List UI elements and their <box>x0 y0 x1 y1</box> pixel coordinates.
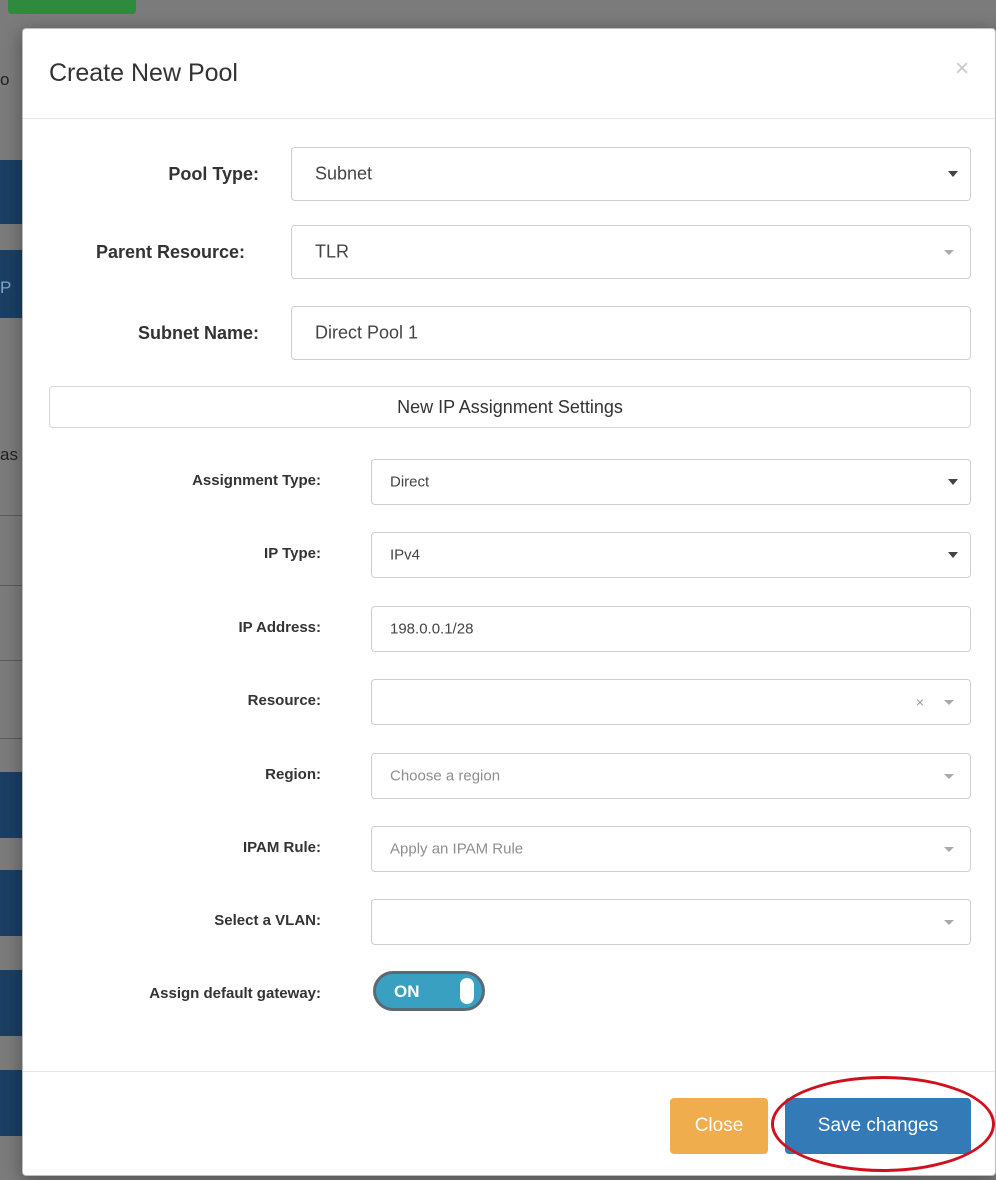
close-icon[interactable]: × <box>955 55 969 83</box>
assignment-type-value: Direct <box>390 473 430 491</box>
background-green-tab <box>8 0 136 14</box>
region-label: Region: <box>265 766 321 783</box>
assignment-type-label: Assignment Type: <box>192 472 321 489</box>
default-gateway-toggle[interactable]: ON <box>373 971 485 1011</box>
subnet-name-value: Direct Pool 1 <box>315 322 419 343</box>
ip-type-label: IP Type: <box>264 545 321 562</box>
chevron-down-icon <box>948 479 958 485</box>
modal-title: Create New Pool <box>49 59 238 87</box>
vlan-label: Select a VLAN: <box>214 912 321 929</box>
default-gateway-label: Assign default gateway: <box>149 985 321 1002</box>
modal-header: Create New Pool × <box>23 29 995 119</box>
ip-address-label: IP Address: <box>238 619 321 636</box>
assignment-type-select[interactable]: Direct <box>371 459 971 505</box>
modal-footer-divider <box>23 1071 995 1072</box>
ip-address-value: 198.0.0.1/28 <box>390 620 474 638</box>
parent-resource-select[interactable]: TLR <box>291 225 971 279</box>
close-button[interactable]: Close <box>670 1098 768 1154</box>
ip-type-select[interactable]: IPv4 <box>371 532 971 578</box>
vlan-select[interactable] <box>371 899 971 945</box>
chevron-down-icon <box>948 171 958 177</box>
toggle-state-label: ON <box>394 982 420 1001</box>
create-pool-modal: Create New Pool × Pool Type: Subnet Pare… <box>22 28 996 1176</box>
resource-select[interactable]: × <box>371 679 971 725</box>
chevron-down-icon <box>944 700 954 705</box>
save-changes-button[interactable]: Save changes <box>785 1098 971 1154</box>
background-text-fragment: o <box>0 70 10 89</box>
subnet-name-input[interactable]: Direct Pool 1 <box>291 306 971 360</box>
ipam-rule-placeholder: Apply an IPAM Rule <box>390 840 524 858</box>
toggle-knob <box>460 978 474 1004</box>
chevron-down-icon <box>944 250 954 255</box>
ip-assignment-settings-header: New IP Assignment Settings <box>49 386 971 428</box>
clear-icon[interactable]: × <box>916 694 924 710</box>
resource-label: Resource: <box>247 692 321 709</box>
subnet-name-label: Subnet Name: <box>137 323 259 343</box>
ipam-rule-label: IPAM Rule: <box>242 839 321 856</box>
region-select[interactable]: Choose a region <box>371 753 971 799</box>
background-text-fragment: as <box>0 445 18 464</box>
ip-type-value: IPv4 <box>390 546 421 564</box>
background-text-fragment: P <box>0 278 12 297</box>
ipam-rule-select[interactable]: Apply an IPAM Rule <box>371 826 971 872</box>
chevron-down-icon <box>948 552 958 558</box>
pool-type-label: Pool Type: <box>168 164 259 184</box>
pool-type-select[interactable]: Subnet <box>291 147 971 201</box>
chevron-down-icon <box>944 847 954 852</box>
parent-resource-label: Parent Resource: <box>95 242 245 262</box>
region-placeholder: Choose a region <box>390 767 501 785</box>
parent-resource-value: TLR <box>315 241 350 262</box>
pool-type-value: Subnet <box>315 163 373 184</box>
ip-address-input[interactable]: 198.0.0.1/28 <box>371 606 971 652</box>
chevron-down-icon <box>944 920 954 925</box>
chevron-down-icon <box>944 774 954 779</box>
